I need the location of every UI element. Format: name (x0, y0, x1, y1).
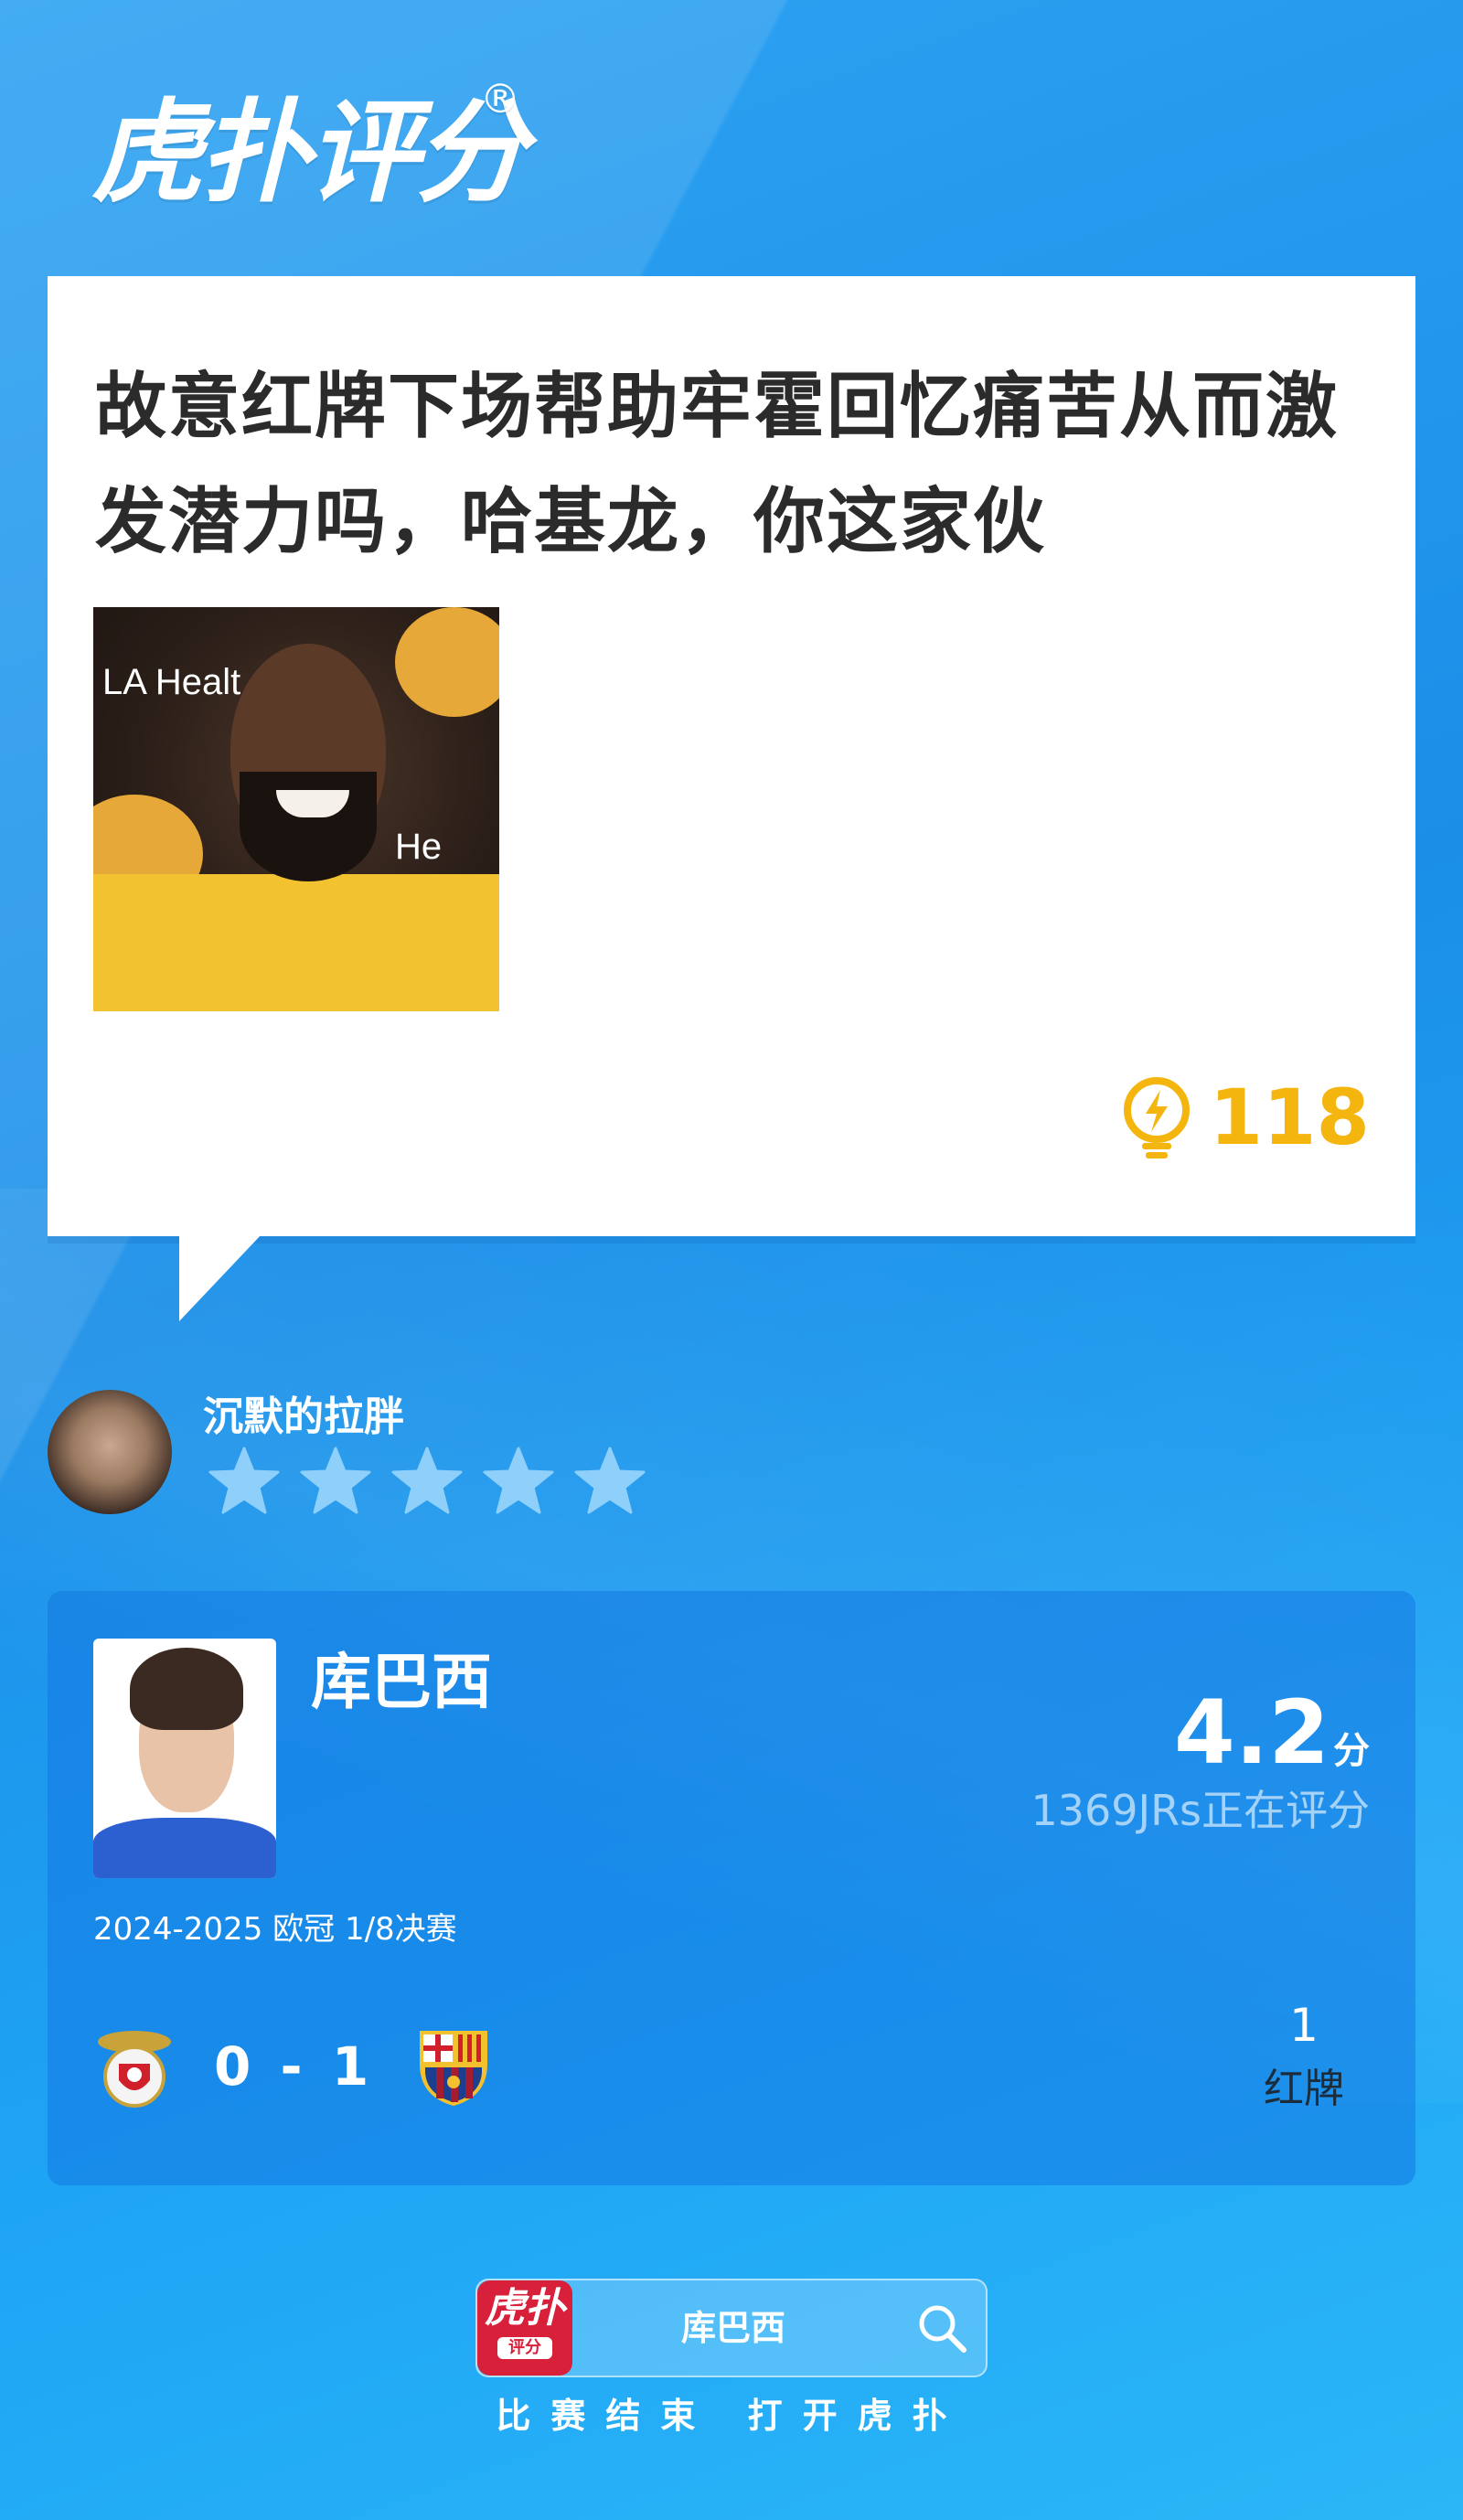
score-value: 4.2 (1173, 1682, 1330, 1784)
commenter: 沉默的拉胖 (48, 1390, 779, 1518)
player-hair (130, 1648, 243, 1730)
star-icon[interactable] (483, 1447, 554, 1520)
brand-logo: 虎扑评分 ® (91, 77, 527, 221)
match-event: 1 红牌 (1264, 1993, 1344, 2121)
search-icon[interactable] (914, 2301, 969, 2359)
background-sign-text: He (395, 827, 443, 867)
app-search-bar[interactable]: 虎扑 评分 库巴西 (475, 2279, 988, 2377)
benfica-logo-icon (91, 2023, 177, 2109)
background-sign-text: LA Healt (102, 662, 241, 702)
app-logo-sub: 评分 (497, 2337, 552, 2359)
person-beard (240, 772, 377, 881)
star-icon[interactable] (208, 1447, 280, 1520)
player-photo (93, 1639, 276, 1878)
username[interactable]: 沉默的拉胖 (203, 1390, 404, 1445)
card-pointer (179, 1234, 262, 1321)
score-unit: 分 (1333, 1730, 1370, 1772)
open-app-caption[interactable]: 比赛结束 打开虎扑 (466, 2388, 997, 2443)
star-icon[interactable] (300, 1447, 371, 1520)
player-score: 4.2 分 (1174, 1682, 1370, 1783)
raters-count: 1369JRs正在评分 (1031, 1786, 1370, 1835)
lightbulb-icon (1120, 1075, 1193, 1159)
player-shirt (93, 1818, 276, 1878)
app-logo[interactable]: 虎扑 评分 (477, 2280, 572, 2376)
app-logo-name: 虎扑 (485, 2285, 565, 2332)
match-teams: 0 - 1 (91, 2021, 497, 2112)
comment-text: 故意红牌下场帮助牢霍回忆痛苦从而激发潜力吗，哈基龙，你这家伙 (95, 366, 1340, 563)
like-button[interactable]: 118 (1120, 1072, 1370, 1163)
star-icon[interactable] (574, 1447, 646, 1520)
match-info: 2024-2025 欧冠 1/8决赛 (93, 1911, 457, 1948)
like-count: 118 (1209, 1073, 1370, 1162)
star-rating[interactable] (208, 1447, 666, 1520)
player-rating-card[interactable]: 库巴西 4.2 分 1369JRs正在评分 2024-2025 欧冠 1/8决赛 … (48, 1591, 1415, 2185)
search-query[interactable]: 库巴西 (572, 2280, 894, 2376)
comment-card: 故意红牌下场帮助牢霍回忆痛苦从而激发潜力吗，哈基龙，你这家伙 LA Healt … (48, 276, 1415, 1236)
event-label: 红牌 (1264, 2066, 1344, 2112)
event-count: 1 (1289, 1999, 1319, 2052)
player-name: 库巴西 (311, 1647, 492, 1717)
basketball-logo-icon (395, 607, 499, 717)
person-shirt (93, 874, 499, 1011)
brand-name: 虎扑评分 (91, 88, 527, 218)
match-score: 0 - 1 (214, 2035, 375, 2098)
barcelona-logo-icon (411, 2023, 497, 2109)
comment-image[interactable]: LA Healt He (93, 607, 499, 1011)
star-icon[interactable] (391, 1447, 463, 1520)
avatar[interactable] (48, 1390, 172, 1514)
registered-mark: ® (480, 76, 520, 123)
